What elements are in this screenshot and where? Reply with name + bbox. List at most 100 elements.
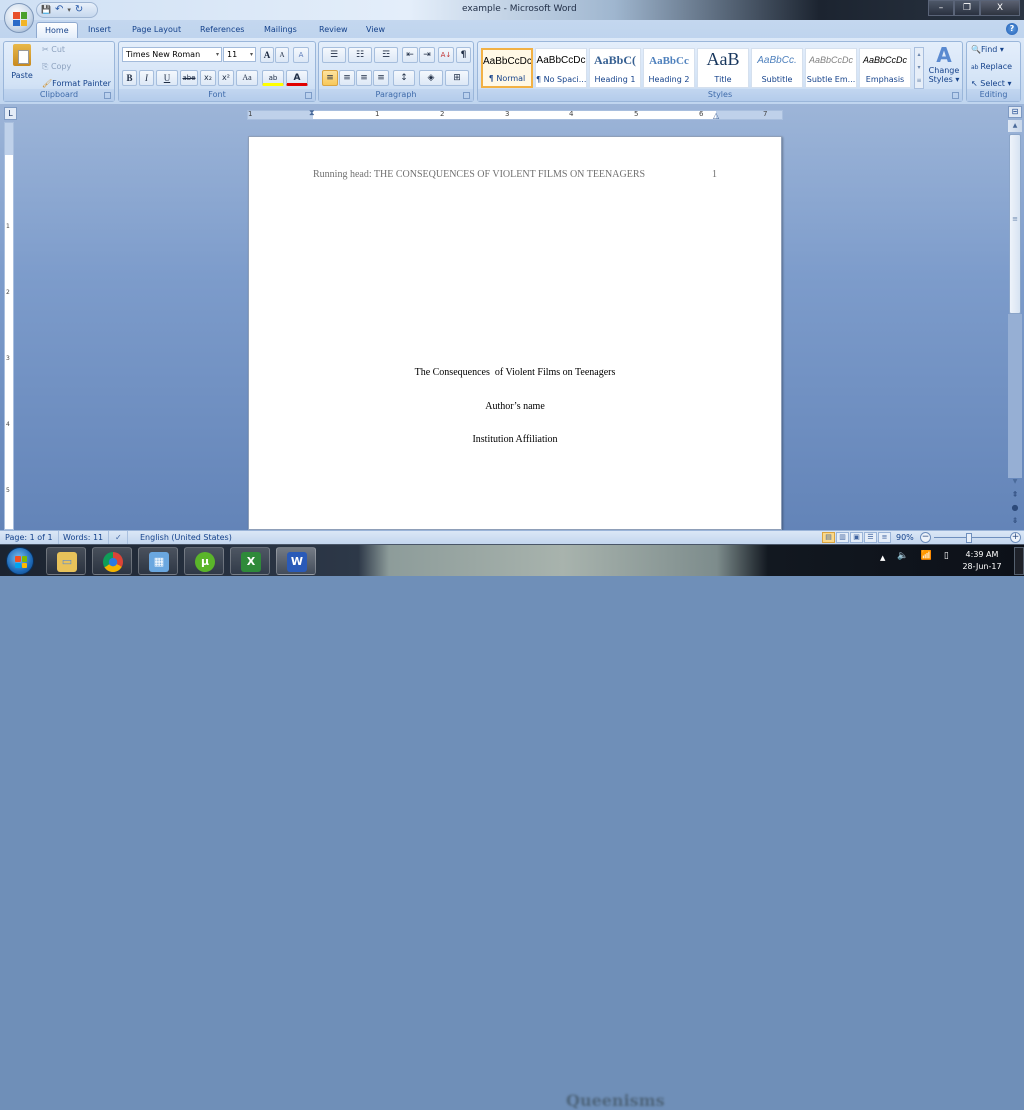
multilevel-list-button[interactable]: ☲ <box>374 47 398 63</box>
previous-page-button[interactable]: ⇞ <box>1008 490 1022 502</box>
paragraph-launcher[interactable] <box>463 92 470 99</box>
scroll-track[interactable] <box>1008 314 1022 478</box>
taskbar-chrome[interactable]: ● <box>92 547 132 575</box>
horizontal-ruler[interactable]: 1 1 2 3 4 5 6 7 ⧗ △ <box>247 108 783 120</box>
redo-icon[interactable]: ↻ <box>75 3 83 17</box>
tab-insert[interactable]: Insert <box>80 22 119 38</box>
battery-icon[interactable]: ▯ <box>944 551 949 565</box>
select-browse-object-button[interactable]: ● <box>1008 503 1022 515</box>
decrease-indent-button[interactable]: ⇤ <box>402 47 418 63</box>
justify-button[interactable]: ≡ <box>373 70 389 86</box>
help-icon[interactable]: ? <box>1006 23 1018 35</box>
font-name-combo[interactable]: Times New Roman ▾ <box>122 47 222 62</box>
replace-button[interactable]: ab Replace <box>971 61 1012 74</box>
align-left-button[interactable]: ≡ <box>322 70 338 86</box>
clipboard-launcher[interactable] <box>104 92 111 99</box>
change-styles-button[interactable]: A Change Styles ▾ <box>926 44 962 90</box>
vertical-scrollbar[interactable]: ⊟ ▲ ≡ ▼ ⇞ ● ⇟ <box>1008 104 1022 530</box>
vertical-ruler[interactable]: 1 2 3 4 5 <box>4 122 14 530</box>
align-right-button[interactable]: ≡ <box>356 70 372 86</box>
taskbar-calculator[interactable]: ▦ <box>138 547 178 575</box>
copy-button[interactable]: ⎘ Copy <box>42 61 71 73</box>
tab-home[interactable]: Home <box>36 22 78 38</box>
show-desktop-button[interactable] <box>1014 547 1024 575</box>
sort-button[interactable]: A↓ <box>438 47 454 63</box>
subscript-button[interactable]: x₂ <box>200 70 216 86</box>
bullets-button[interactable]: ☰ <box>322 47 346 63</box>
style-heading-1[interactable]: AaBbC(Heading 1 <box>589 48 641 88</box>
show-marks-button[interactable]: ¶ <box>456 47 471 63</box>
tab-page-layout[interactable]: Page Layout <box>124 22 189 38</box>
grow-font-button[interactable]: A <box>260 47 274 63</box>
superscript-button[interactable]: x² <box>218 70 234 86</box>
strikethrough-button[interactable]: abe <box>180 70 198 86</box>
tab-view[interactable]: View <box>358 22 393 38</box>
word-count-status[interactable]: Words: 11 <box>58 531 110 545</box>
increase-indent-button[interactable]: ⇥ <box>419 47 435 63</box>
scroll-thumb[interactable]: ≡ <box>1009 134 1021 314</box>
line-spacing-button[interactable]: ↕ <box>393 70 415 86</box>
close-button[interactable]: X <box>980 0 1020 16</box>
font-launcher[interactable] <box>305 92 312 99</box>
underline-button[interactable]: U <box>156 70 178 86</box>
highlight-button[interactable]: ab <box>262 70 284 86</box>
web-layout-icon[interactable]: ▣ <box>850 532 863 543</box>
shading-button[interactable]: ◈ <box>419 70 443 86</box>
cut-button[interactable]: ✂ Cut <box>42 44 65 56</box>
scroll-down-button[interactable]: ▼ <box>1008 478 1022 488</box>
borders-button[interactable]: ⊞ <box>445 70 469 86</box>
center-button[interactable]: ≡ <box>339 70 355 86</box>
language-status[interactable]: English (United States) <box>135 531 237 545</box>
view-ruler-button[interactable]: ⊟ <box>1008 106 1022 118</box>
next-page-button[interactable]: ⇟ <box>1008 516 1022 528</box>
minimize-button[interactable]: – <box>928 0 954 16</box>
proofing-icon[interactable]: ✓ <box>110 531 128 545</box>
zoom-level[interactable]: 90% <box>896 531 914 545</box>
zoom-out-button[interactable]: − <box>920 532 931 543</box>
page-count-status[interactable]: Page: 1 of 1 <box>0 531 59 545</box>
right-indent-marker[interactable]: △ <box>713 111 719 120</box>
draft-view-icon[interactable]: ≡ <box>878 532 891 543</box>
paste-button[interactable]: Paste <box>7 44 37 88</box>
left-indent-marker[interactable]: ⧗ <box>309 108 315 118</box>
taskbar-file-explorer[interactable]: ▭ <box>46 547 86 575</box>
style-emphasis[interactable]: AaBbCcDc Emphasis <box>859 48 911 88</box>
style-subtle-emphasis[interactable]: AaBbCcDc Subtle Em... <box>805 48 857 88</box>
taskbar-word[interactable]: W <box>276 547 316 575</box>
print-layout-view-icon[interactable]: ▤ <box>822 532 835 543</box>
italic-button[interactable]: I <box>139 70 154 86</box>
full-screen-reading-icon[interactable]: ▥ <box>836 532 849 543</box>
clear-formatting-button[interactable]: A <box>293 47 309 63</box>
find-button[interactable]: 🔍Find ▾ <box>971 44 1004 56</box>
save-icon[interactable]: 💾 <box>41 3 51 17</box>
clock[interactable]: 4:39 AM 28-Jun-17 <box>960 549 1004 573</box>
tab-selector-button[interactable]: L <box>4 107 17 120</box>
undo-icon[interactable]: ↶ <box>55 3 63 17</box>
font-color-button[interactable]: A <box>286 70 308 86</box>
document-page[interactable]: Running head: THE CONSEQUENCES OF VIOLEN… <box>248 136 782 530</box>
outline-view-icon[interactable]: ☰ <box>864 532 877 543</box>
style-normal[interactable]: AaBbCcDc ¶ Normal <box>481 48 533 88</box>
styles-launcher[interactable] <box>952 92 959 99</box>
tab-mailings[interactable]: Mailings <box>256 22 305 38</box>
shrink-font-button[interactable]: A <box>275 47 289 63</box>
font-size-combo[interactable]: 11 ▾ <box>223 47 256 62</box>
start-button[interactable] <box>6 547 34 575</box>
restore-button[interactable]: ❐ <box>954 0 980 16</box>
undo-dropdown-icon[interactable]: ▾ <box>67 3 71 17</box>
change-case-button[interactable]: Aa <box>236 70 258 86</box>
style-subtitle[interactable]: AaBbCc. Subtitle <box>751 48 803 88</box>
tab-references[interactable]: References <box>192 22 252 38</box>
network-signal-icon[interactable]: 📶 <box>921 551 932 565</box>
style-no-spacing[interactable]: AaBbCcDc ¶ No Spaci... <box>535 48 587 88</box>
style-title[interactable]: AaB Title <box>697 48 749 88</box>
office-button[interactable] <box>4 3 34 33</box>
taskbar-utorrent[interactable]: µ <box>184 547 224 575</box>
taskbar-excel[interactable]: X <box>230 547 270 575</box>
bold-button[interactable]: B <box>122 70 137 86</box>
style-heading-2[interactable]: AaBbCc Heading 2 <box>643 48 695 88</box>
styles-scrollbar[interactable]: ▴ ▾ ≡ <box>914 47 924 89</box>
zoom-slider-thumb[interactable] <box>965 533 972 543</box>
show-hidden-icons-button[interactable]: ▲ <box>880 551 885 565</box>
zoom-in-button[interactable]: + <box>1010 532 1021 543</box>
